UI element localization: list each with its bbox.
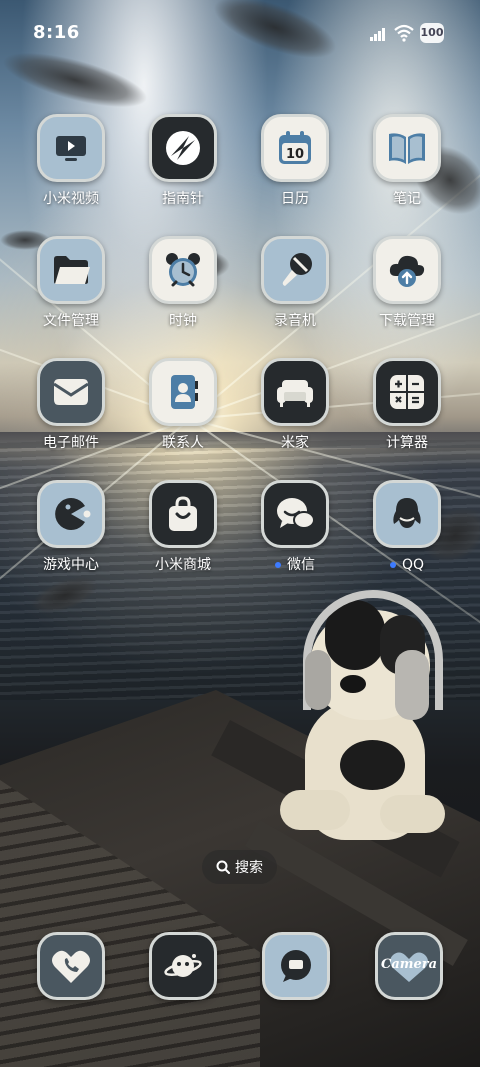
signal-icon (370, 27, 388, 41)
calculator-icon (373, 358, 441, 426)
app-label: 计算器 (386, 435, 428, 451)
search-label: 搜索 (235, 860, 263, 876)
app-label: 文件管理 (43, 313, 99, 329)
dock-messages[interactable] (262, 932, 330, 1000)
app-label: 微信 (240, 556, 350, 574)
search-icon (216, 860, 230, 874)
dock-phone[interactable] (37, 932, 105, 1000)
app-label: 游戏中心 (43, 557, 99, 573)
app-downloads[interactable]: 下载管理 (352, 236, 462, 346)
tv-play-icon (37, 114, 105, 182)
camera-icon: Camera (375, 932, 443, 1000)
app-mijia[interactable]: 米家 (240, 358, 350, 468)
calendar-icon: 10 (261, 114, 329, 182)
shopping-bag-icon (149, 480, 217, 548)
app-label: 指南针 (162, 191, 204, 207)
new-install-dot (275, 562, 281, 568)
app-label-text: 微信 (287, 557, 315, 573)
app-label: 小米视频 (43, 191, 99, 207)
app-wechat[interactable]: 微信 (240, 480, 350, 590)
planet-icon (149, 932, 217, 1000)
battery-icon: 100 (420, 23, 444, 43)
app-label: 小米商城 (155, 557, 211, 573)
app-label: 时钟 (169, 313, 197, 329)
dock-camera[interactable]: Camera (375, 932, 443, 1000)
app-calculator[interactable]: 计算器 (352, 358, 462, 468)
message-icon (262, 932, 330, 1000)
app-clock[interactable]: 时钟 (128, 236, 238, 346)
app-qq[interactable]: QQ (352, 480, 462, 590)
app-calendar[interactable]: 10 日历 (240, 114, 350, 224)
app-label: 录音机 (274, 313, 316, 329)
search-button[interactable]: 搜索 (202, 850, 277, 884)
sofa-icon (261, 358, 329, 426)
chat-bubbles-icon (261, 480, 329, 548)
folder-icon (37, 236, 105, 304)
app-email[interactable]: 电子邮件 (16, 358, 126, 468)
mail-icon (37, 358, 105, 426)
phone-icon (37, 932, 105, 1000)
app-label: 联系人 (162, 435, 204, 451)
contacts-book-icon (149, 358, 217, 426)
app-game-center[interactable]: 游戏中心 (16, 480, 126, 590)
plush-puppy (280, 590, 450, 860)
penguin-icon (373, 480, 441, 548)
app-recorder[interactable]: 录音机 (240, 236, 350, 346)
alarm-clock-icon (149, 236, 217, 304)
new-install-dot (389, 562, 396, 568)
app-label: 日历 (281, 191, 309, 207)
cloud-download-icon (373, 236, 441, 304)
app-label: 下载管理 (379, 313, 435, 329)
pacman-icon (37, 480, 105, 548)
status-time: 8:16 (33, 22, 80, 43)
app-label: 电子邮件 (43, 435, 99, 451)
calendar-date: 10 (286, 147, 304, 162)
wifi-icon (394, 24, 414, 42)
app-label: 笔记 (393, 191, 421, 207)
microphone-icon (261, 236, 329, 304)
compass-icon (149, 114, 217, 182)
app-mi-store[interactable]: 小米商城 (128, 480, 238, 590)
app-file-manager[interactable]: 文件管理 (16, 236, 126, 346)
app-notes[interactable]: 笔记 (352, 114, 462, 224)
dock-browser[interactable] (149, 932, 217, 1000)
status-bar: 8:16 100 (0, 0, 480, 66)
notebook-icon (373, 114, 441, 182)
app-compass[interactable]: 指南针 (128, 114, 238, 224)
camera-label: Camera (381, 957, 437, 972)
app-label-text: QQ (401, 557, 425, 573)
app-label: QQ (352, 556, 462, 574)
app-mi-video[interactable]: 小米视频 (16, 114, 126, 224)
app-label: 米家 (281, 435, 309, 451)
app-contacts[interactable]: 联系人 (128, 358, 238, 468)
